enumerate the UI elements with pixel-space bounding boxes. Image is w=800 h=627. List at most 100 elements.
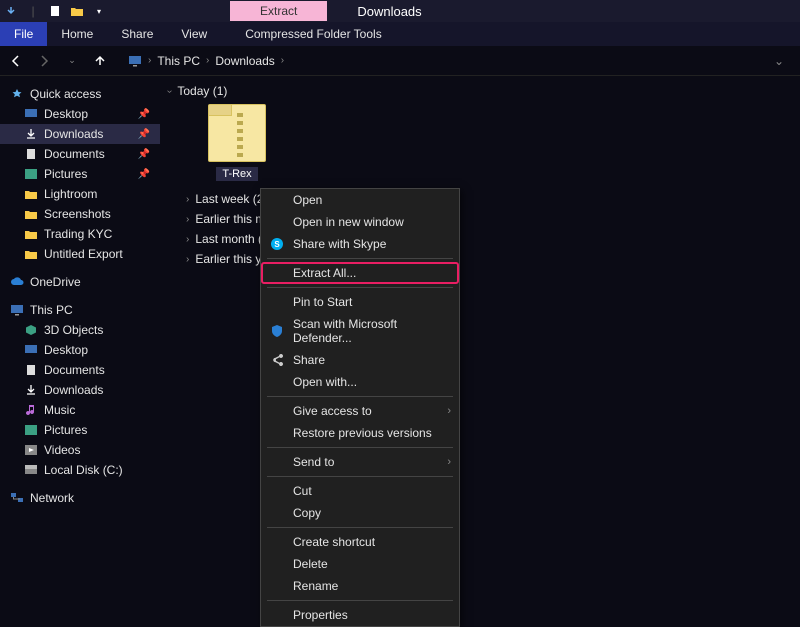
sidebar-item-videos[interactable]: Videos xyxy=(0,440,160,460)
sidebar-quick-access[interactable]: Quick access xyxy=(0,84,160,104)
sidebar-item-label: Videos xyxy=(44,443,80,457)
document-icon xyxy=(24,147,38,161)
chevron-right-icon[interactable]: › xyxy=(148,55,151,66)
chevron-right-icon: › xyxy=(186,254,189,265)
sidebar-item-downloads2[interactable]: Downloads xyxy=(0,380,160,400)
skype-icon: S xyxy=(269,236,285,252)
breadcrumb-dropdown-icon[interactable]: ⌄ xyxy=(774,54,792,68)
ctx-open-new-window[interactable]: Open in new window xyxy=(261,211,459,233)
ctx-label: Restore previous versions xyxy=(293,426,432,440)
ctx-properties[interactable]: Properties xyxy=(261,604,459,626)
monitor-icon xyxy=(128,55,142,67)
breadcrumb-downloads[interactable]: Downloads xyxy=(215,54,274,68)
title-bar: | ▾ Extract Downloads xyxy=(0,0,800,22)
cube-icon xyxy=(24,323,38,337)
ctx-share-skype[interactable]: S Share with Skype xyxy=(261,233,459,255)
sidebar-item-localdisk[interactable]: Local Disk (C:) xyxy=(0,460,160,480)
folder-icon xyxy=(24,187,38,201)
ribbon-tabs: File Home Share View Compressed Folder T… xyxy=(0,22,800,46)
ctx-label: Open xyxy=(293,193,322,207)
ctx-label: Share xyxy=(293,353,325,367)
file-icon[interactable] xyxy=(48,4,62,18)
window-title: Downloads xyxy=(357,4,421,19)
recent-dropdown-icon[interactable]: ⌄ xyxy=(64,53,80,69)
ctx-open-with[interactable]: Open with... xyxy=(261,371,459,393)
desktop-icon xyxy=(24,107,38,121)
sidebar-item-documents[interactable]: Documents 📌 xyxy=(0,144,160,164)
sidebar-item-label: This PC xyxy=(30,303,73,317)
sidebar-item-pictures2[interactable]: Pictures xyxy=(0,420,160,440)
ctx-pin-to-start[interactable]: Pin to Start xyxy=(261,291,459,313)
chevron-right-icon[interactable]: › xyxy=(206,55,209,66)
chevron-right-icon: › xyxy=(186,194,189,205)
tab-compressed-tools[interactable]: Compressed Folder Tools xyxy=(231,22,396,46)
ctx-label: Share with Skype xyxy=(293,237,386,251)
network-icon xyxy=(10,491,24,505)
context-tab-extract[interactable]: Extract xyxy=(230,1,327,21)
breadcrumb[interactable]: › This PC › Downloads › xyxy=(128,54,284,68)
up-button[interactable] xyxy=(92,53,108,69)
tab-share[interactable]: Share xyxy=(107,22,167,46)
sidebar-item-lightroom[interactable]: Lightroom xyxy=(0,184,160,204)
sidebar-item-label: Trading KYC xyxy=(44,227,112,241)
svg-text:S: S xyxy=(274,240,280,249)
ctx-copy[interactable]: Copy xyxy=(261,502,459,524)
tab-file[interactable]: File xyxy=(0,22,47,46)
sidebar-item-music[interactable]: Music xyxy=(0,400,160,420)
sidebar-item-label: Desktop xyxy=(44,107,88,121)
dropdown-icon[interactable]: ▾ xyxy=(92,4,106,18)
pin-icon: 📌 xyxy=(138,109,150,120)
breadcrumb-thispc[interactable]: This PC xyxy=(157,54,200,68)
context-menu: Open Open in new window S Share with Skyp… xyxy=(260,188,460,627)
tab-view[interactable]: View xyxy=(167,22,221,46)
ctx-open[interactable]: Open xyxy=(261,189,459,211)
back-button[interactable] xyxy=(8,53,24,69)
separator xyxy=(267,287,453,288)
ctx-scan-defender[interactable]: Scan with Microsoft Defender... xyxy=(261,313,459,349)
ctx-rename[interactable]: Rename xyxy=(261,575,459,597)
sidebar-item-tradingkyc[interactable]: Trading KYC xyxy=(0,224,160,244)
share-icon xyxy=(269,352,285,368)
sidebar-item-untitled-export[interactable]: Untitled Export xyxy=(0,244,160,264)
content-pane[interactable]: › Today (1) T-Rex ›Last week (2) ›Earlie… xyxy=(160,76,800,555)
down-arrow-icon[interactable] xyxy=(4,4,18,18)
sidebar-item-desktop[interactable]: Desktop 📌 xyxy=(0,104,160,124)
folder-icon[interactable] xyxy=(70,4,84,18)
picture-icon xyxy=(24,423,38,437)
sidebar-item-label: Documents xyxy=(44,363,105,377)
sidebar-item-downloads[interactable]: Downloads 📌 xyxy=(0,124,160,144)
sidebar-thispc[interactable]: This PC xyxy=(0,300,160,320)
ctx-share[interactable]: Share xyxy=(261,349,459,371)
chevron-right-icon[interactable]: › xyxy=(281,55,284,66)
separator xyxy=(267,447,453,448)
ctx-extract-all[interactable]: Extract All... xyxy=(261,262,459,284)
sidebar-item-3dobjects[interactable]: 3D Objects xyxy=(0,320,160,340)
ctx-restore-previous[interactable]: Restore previous versions xyxy=(261,422,459,444)
ctx-send-to[interactable]: Send to› xyxy=(261,451,459,473)
pin-icon: 📌 xyxy=(138,129,150,140)
file-item-label: T-Rex xyxy=(216,167,257,181)
ctx-create-shortcut[interactable]: Create shortcut xyxy=(261,531,459,553)
separator xyxy=(267,600,453,601)
tab-home[interactable]: Home xyxy=(47,22,107,46)
forward-button[interactable] xyxy=(36,53,52,69)
sidebar-item-label: Lightroom xyxy=(44,187,97,201)
sidebar-onedrive[interactable]: OneDrive xyxy=(0,272,160,292)
ctx-cut[interactable]: Cut xyxy=(261,480,459,502)
ctx-delete[interactable]: Delete xyxy=(261,553,459,575)
sidebar-item-label: Downloads xyxy=(44,383,103,397)
navigation-pane: Quick access Desktop 📌 Downloads 📌 Docum… xyxy=(0,76,160,555)
ctx-label: Copy xyxy=(293,506,321,520)
sidebar-item-screenshots[interactable]: Screenshots xyxy=(0,204,160,224)
sidebar-item-label: Screenshots xyxy=(44,207,111,221)
sidebar-item-documents2[interactable]: Documents xyxy=(0,360,160,380)
ctx-label: Properties xyxy=(293,608,348,622)
file-item-trex[interactable]: T-Rex xyxy=(198,104,276,181)
sidebar-network[interactable]: Network xyxy=(0,488,160,508)
group-header-today[interactable]: › Today (1) xyxy=(168,84,800,98)
sidebar-item-desktop2[interactable]: Desktop xyxy=(0,340,160,360)
navigation-bar: ⌄ › This PC › Downloads › ⌄ xyxy=(0,46,800,76)
sidebar-item-pictures[interactable]: Pictures 📌 xyxy=(0,164,160,184)
ctx-give-access-to[interactable]: Give access to› xyxy=(261,400,459,422)
ctx-label: Extract All... xyxy=(293,266,356,280)
